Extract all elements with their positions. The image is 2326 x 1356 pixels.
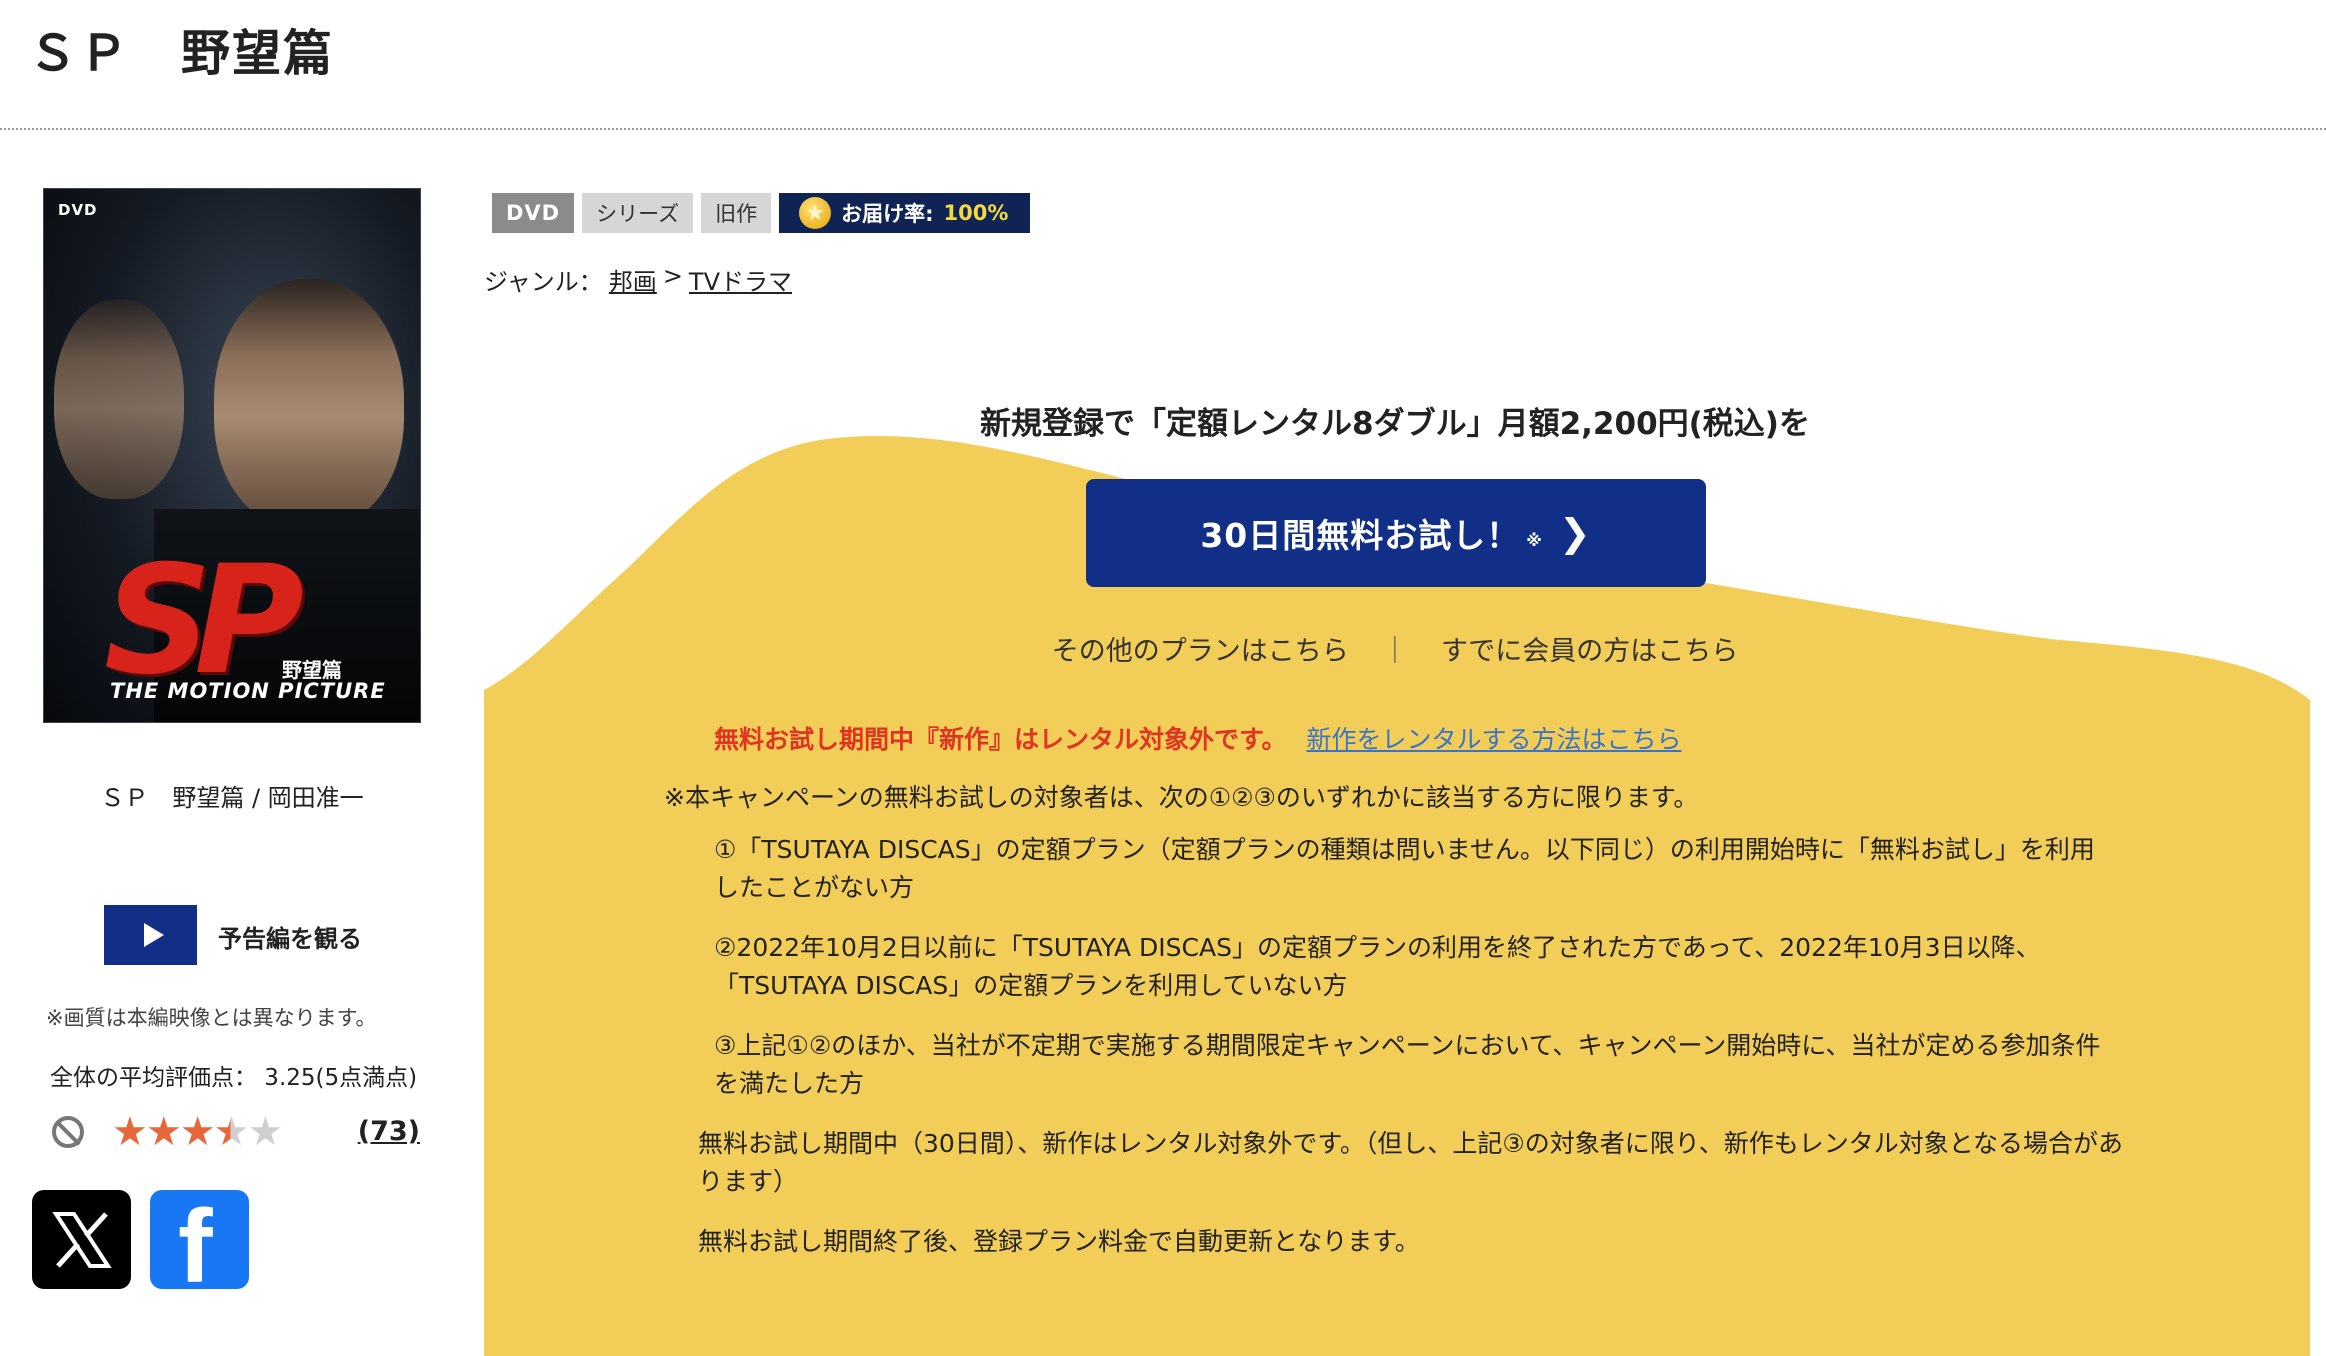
free-trial-label: 30日間無料お試し！	[1200, 516, 1521, 555]
play-icon	[143, 923, 164, 947]
star-empty-icon: ★	[247, 1109, 283, 1155]
trial-notice: 無料お試し期間中『新作』はレンタル対象外です。 新作をレンタルする方法はこちら	[714, 720, 1681, 756]
rent-new-release-link[interactable]: 新作をレンタルする方法はこちら	[1306, 725, 1681, 754]
plan-links: その他のプランはこちら ｜ すでに会員の方はこちら	[484, 629, 2306, 668]
terms-new-release-note: 無料お試し期間中（30日間）、新作はレンタル対象外です。（但し、上記③の対象者に…	[698, 1129, 2123, 1196]
delivery-rate-value: 100%	[943, 201, 1009, 225]
dvd-cover-image[interactable]: DVD SP 野望篇 THE MOTION PICTURE	[43, 188, 421, 723]
facebook-logo-icon: f	[178, 1190, 213, 1289]
plan-links-separator: ｜	[1381, 636, 1409, 667]
badge-series: シリーズ	[582, 193, 694, 233]
product-badges: DVD シリーズ 旧作 ★ お届け率: 100%	[492, 193, 1031, 233]
terms-auto-renew-note: 無料お試し期間終了後、登録プラン料金で自動更新となります。	[698, 1227, 1420, 1256]
page-title: ＳＰ 野望篇	[28, 25, 335, 82]
genre-label: ジャンル：	[484, 268, 603, 296]
star-full-icon: ★	[179, 1109, 216, 1155]
product-caption: ＳＰ 野望篇 / 岡田准一	[100, 784, 364, 812]
free-trial-note-mark: ※	[1526, 530, 1543, 550]
promo-headline: 新規登録で「定額レンタル8ダブル」月額2,200円(税込)を	[980, 406, 1810, 442]
share-facebook-button[interactable]: f	[150, 1190, 249, 1289]
review-count-link[interactable]: (73)	[358, 1116, 420, 1147]
cover-figure-right	[214, 279, 404, 529]
star-rating: ★★★★★	[112, 1109, 283, 1155]
average-rating-text: 全体の平均評価点： 3.25(5点満点)	[50, 1065, 418, 1091]
share-x-button[interactable]	[32, 1190, 131, 1289]
star-full-icon: ★	[145, 1109, 182, 1155]
rating-row: ★★★★★ (73)	[50, 1109, 422, 1155]
trial-notice-warning: 無料お試し期間中『新作』はレンタル対象外です。	[714, 725, 1287, 754]
member-login-link[interactable]: すでに会員の方はこちら	[1441, 636, 1738, 667]
cover-dvd-mark: DVD	[58, 201, 98, 219]
x-logo-icon	[51, 1211, 112, 1268]
play-trailer-button[interactable]	[104, 905, 197, 965]
free-trial-button[interactable]: 30日間無料お試し！ ※ ❯	[1086, 479, 1706, 587]
terms-item: ①「TSUTAYA DISCAS」の定額プラン（定額プランの種類は問いません。以…	[714, 835, 2095, 902]
badge-delivery-rate: ★ お届け率: 100%	[779, 193, 1031, 233]
terms-item: ③上記①②のほか、当社が不定期で実施する期間限定キャンペーンにおいて、キャンペー…	[714, 1031, 2101, 1098]
cover-motion-picture: THE MOTION PICTURE	[110, 679, 386, 703]
not-interested-icon[interactable]	[52, 1116, 84, 1148]
delivery-label: お届け率:	[841, 202, 934, 226]
star-half-icon: ★	[213, 1109, 250, 1155]
genre-breadcrumb: ジャンル： 邦画 > TVドラマ	[484, 262, 792, 297]
genre-link-category[interactable]: 邦画	[609, 262, 657, 297]
terms-item: ②2022年10月2日以前に「TSUTAYA DISCAS」の定額プランの利用を…	[714, 933, 2041, 1000]
cover-figure-left	[54, 299, 184, 499]
image-quality-note: ※画質は本編映像とは異なります。	[46, 1006, 377, 1030]
campaign-terms: ※本キャンペーンの無料お試しの対象者は、次の①②③のいずれかに該当する方に限りま…	[664, 779, 2134, 1283]
genre-link-subcategory[interactable]: TVドラマ	[689, 262, 792, 297]
badge-old: 旧作	[701, 193, 772, 233]
star-badge-icon: ★	[799, 197, 832, 229]
star-full-icon: ★	[112, 1109, 148, 1155]
terms-lead: ※本キャンペーンの無料お試しの対象者は、次の①②③のいずれかに該当する方に限りま…	[664, 783, 1699, 812]
other-plans-link[interactable]: その他のプランはこちら	[1052, 636, 1349, 667]
badge-format: DVD	[492, 193, 575, 233]
chevron-right-icon: ❯	[1558, 511, 1592, 555]
title-divider	[0, 128, 2326, 130]
trailer-label[interactable]: 予告編を観る	[218, 919, 362, 954]
genre-separator: >	[662, 262, 683, 290]
